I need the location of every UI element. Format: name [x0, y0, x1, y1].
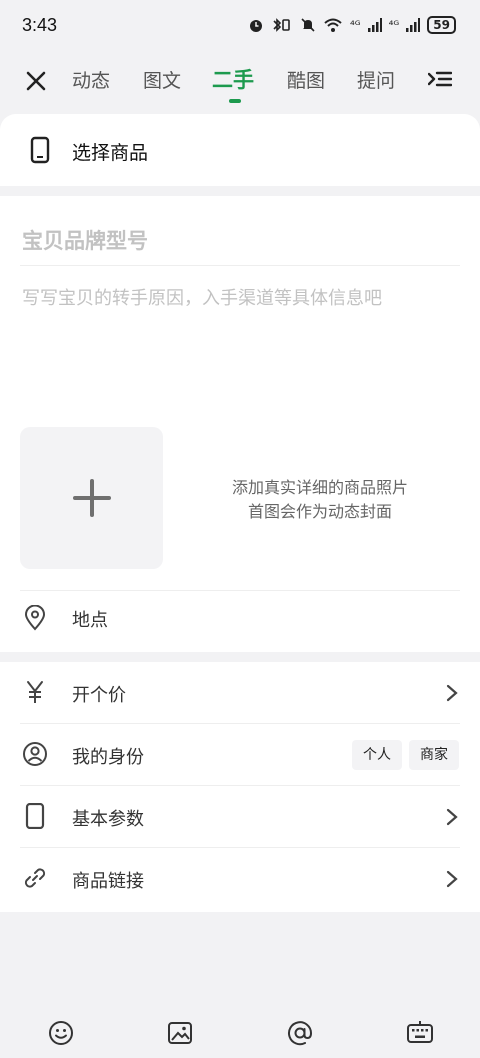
link-label: 商品链接 — [72, 871, 144, 892]
tab-second-hand[interactable]: 二手 — [212, 64, 254, 94]
status-icons: ⁴ᴳ ⁴ᴳ 59 — [248, 16, 456, 34]
listing-editor: 添加真实详细的商品照片 首图会作为动态封面 地点 — [0, 196, 480, 652]
identity-label: 我的身份 — [72, 747, 144, 768]
chevron-right-icon — [446, 870, 458, 888]
mute-icon — [301, 18, 315, 32]
battery-indicator: 59 — [427, 16, 456, 34]
params-row[interactable]: 基本参数 — [0, 786, 480, 848]
tab-cool-pics[interactable]: 酷图 — [287, 66, 325, 96]
signal-icon — [406, 18, 421, 32]
user-circle-icon — [23, 742, 47, 766]
params-label: 基本参数 — [72, 809, 144, 830]
link-icon — [24, 868, 46, 888]
signal-label-2: ⁴ᴳ — [388, 18, 400, 32]
identity-option-merchant[interactable]: 商家 — [409, 740, 459, 770]
photo-hint-line1: 添加真实详细的商品照片 — [231, 478, 408, 497]
menu-collapse-icon[interactable] — [428, 70, 452, 92]
phone-icon — [25, 803, 45, 829]
compose-toolbar — [0, 1006, 480, 1058]
location-label: 地点 — [72, 610, 108, 631]
wifi-icon — [324, 18, 342, 32]
at-icon[interactable] — [287, 1020, 313, 1046]
select-product-label: 选择商品 — [72, 142, 149, 164]
location-row[interactable]: 地点 — [0, 591, 480, 646]
chevron-right-icon — [446, 808, 458, 826]
post-type-tabs: 动态 图文 二手 酷图 提问 — [0, 56, 480, 106]
phone-icon — [30, 136, 50, 164]
link-row[interactable]: 商品链接 — [0, 848, 480, 910]
chevron-right-icon — [446, 684, 458, 702]
status-time: 3:43 — [22, 14, 58, 35]
location-pin-icon — [24, 605, 46, 631]
price-row[interactable]: 开个价 — [0, 662, 480, 724]
bluetooth-vibrate-icon — [273, 18, 290, 32]
alarm-icon — [249, 20, 262, 32]
emoji-icon[interactable] — [48, 1020, 74, 1046]
photo-hint: 添加真实详细的商品照片 首图会作为动态封面 — [190, 476, 450, 524]
close-icon[interactable] — [24, 69, 48, 93]
product-description-input[interactable] — [20, 282, 460, 402]
identity-row: 我的身份 个人 商家 — [0, 724, 480, 786]
active-tab-indicator — [229, 99, 241, 103]
status-bar: 3:43 ⁴ᴳ ⁴ᴳ 59 — [0, 0, 480, 50]
select-product-row[interactable]: 选择商品 — [0, 114, 480, 186]
signal-icon — [367, 18, 382, 32]
tab-image-text[interactable]: 图文 — [143, 66, 181, 96]
photo-hint-line2: 首图会作为动态封面 — [247, 502, 392, 521]
product-title-input[interactable] — [20, 216, 460, 266]
image-icon[interactable] — [167, 1020, 193, 1046]
signal-label-1: ⁴ᴳ — [349, 18, 361, 32]
price-label: 开个价 — [72, 685, 126, 706]
keyboard-icon[interactable] — [407, 1020, 433, 1046]
tab-dynamic[interactable]: 动态 — [72, 66, 110, 96]
yuan-icon — [27, 681, 43, 703]
tab-question[interactable]: 提问 — [357, 66, 395, 96]
identity-option-personal[interactable]: 个人 — [352, 740, 402, 770]
listing-options: 开个价 我的身份 个人 商家 基本参数 商品链接 — [0, 662, 480, 912]
add-photo-button[interactable] — [20, 427, 163, 569]
